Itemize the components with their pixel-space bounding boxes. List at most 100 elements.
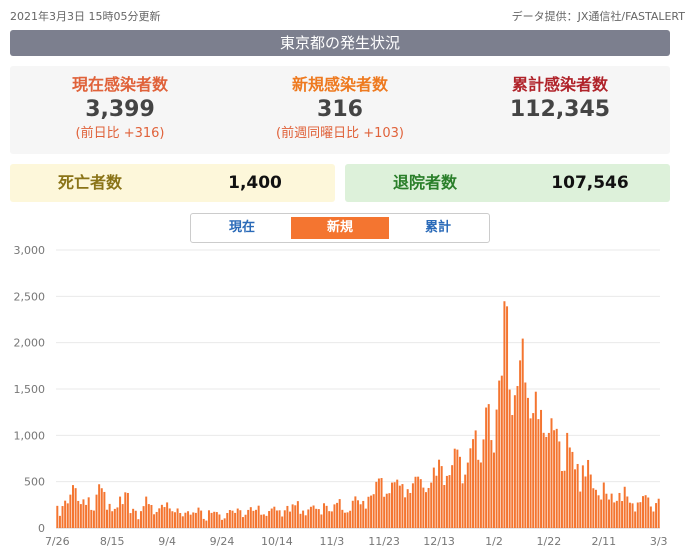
bar	[568, 447, 571, 528]
bar	[262, 514, 265, 528]
bar	[380, 478, 383, 528]
bar	[357, 500, 359, 528]
bar	[160, 504, 163, 528]
bar	[66, 503, 69, 528]
bar	[414, 476, 417, 528]
stat-current: 現在感染者数 3,399 (前日比 +316)	[10, 74, 230, 144]
bar	[600, 499, 603, 528]
bar	[247, 509, 250, 528]
bar	[134, 510, 137, 528]
bar	[147, 504, 150, 528]
bar	[621, 501, 624, 528]
bar	[584, 476, 587, 528]
recovered-box: 退院者数 107,546	[345, 164, 670, 202]
bar	[171, 511, 174, 528]
bar	[500, 375, 503, 528]
x-tick-label: 7/26	[45, 535, 70, 548]
bar	[202, 518, 205, 528]
stat-new-label: 新規感染者数	[291, 75, 388, 94]
bar	[579, 491, 582, 528]
bar	[187, 511, 190, 528]
tab-current[interactable]: 現在	[193, 217, 291, 239]
bar	[388, 493, 391, 528]
bar	[299, 513, 302, 528]
bar	[158, 508, 161, 528]
bar	[524, 382, 527, 528]
bar	[200, 510, 203, 528]
bar	[105, 509, 108, 528]
bar	[228, 510, 231, 528]
bar	[472, 439, 475, 528]
bar	[226, 512, 229, 528]
stat-total: 累計感染者数 112,345	[450, 74, 670, 124]
bar	[592, 488, 595, 528]
x-tick-label: 11/23	[368, 535, 400, 548]
bar	[649, 506, 652, 528]
bar	[615, 500, 618, 528]
page-title: 東京都の発生状況	[10, 30, 670, 56]
bar	[605, 493, 608, 528]
bar	[367, 496, 370, 528]
bar	[85, 504, 88, 528]
bar	[490, 440, 493, 528]
bar	[213, 511, 216, 528]
bar	[419, 479, 422, 528]
bar	[542, 432, 545, 528]
stat-new: 新規感染者数 316 (前週同曜日比 +103)	[230, 74, 450, 144]
stats-panel: 現在感染者数 3,399 (前日比 +316) 新規感染者数 316 (前週同曜…	[10, 66, 670, 154]
bar	[642, 496, 644, 528]
bar	[197, 507, 200, 528]
stat-total-label: 累計感染者数	[511, 75, 608, 94]
bar	[98, 484, 101, 528]
bar	[82, 499, 85, 528]
y-tick-label: 0	[38, 522, 45, 535]
bar	[108, 503, 111, 528]
bar	[618, 492, 621, 528]
bar	[639, 502, 642, 528]
bar	[563, 470, 566, 528]
bar	[485, 407, 488, 528]
bar	[623, 486, 626, 528]
bar	[155, 511, 158, 528]
bar	[576, 463, 579, 528]
bar	[424, 492, 427, 528]
bar	[194, 512, 197, 528]
bar	[61, 506, 64, 528]
bar	[440, 466, 443, 528]
bar	[113, 508, 116, 528]
bar	[92, 510, 95, 528]
bar	[594, 489, 597, 528]
x-tick-label: 10/14	[261, 535, 293, 548]
bar	[111, 511, 114, 528]
bar	[260, 514, 263, 528]
bar	[393, 482, 396, 528]
bar	[207, 510, 210, 528]
y-tick-label: 1,500	[14, 383, 46, 396]
bar	[268, 511, 271, 528]
bar	[150, 505, 153, 528]
bar	[492, 452, 495, 528]
bar	[74, 488, 77, 528]
tab-total[interactable]: 累計	[389, 217, 487, 239]
bar	[404, 497, 407, 528]
bar	[608, 499, 611, 528]
bar	[631, 503, 634, 528]
bar	[338, 499, 341, 528]
top-line: 2021年3月3日 15時05分更新 データ提供：JX通信社/FASTALERT	[10, 8, 685, 24]
bar	[443, 485, 446, 528]
bar	[655, 503, 658, 528]
tab-new[interactable]: 新規	[291, 217, 389, 239]
bar	[236, 508, 239, 528]
bar	[176, 508, 179, 528]
bar	[221, 519, 224, 528]
bar	[626, 496, 629, 528]
bar	[249, 507, 252, 528]
bar	[343, 512, 346, 528]
bar	[328, 511, 331, 528]
bar	[330, 511, 333, 528]
bar	[391, 482, 393, 528]
bar	[100, 488, 103, 528]
bar	[168, 508, 171, 528]
updated-timestamp: 2021年3月3日 15時05分更新	[10, 10, 161, 23]
deaths-label: 死亡者数	[57, 173, 122, 192]
